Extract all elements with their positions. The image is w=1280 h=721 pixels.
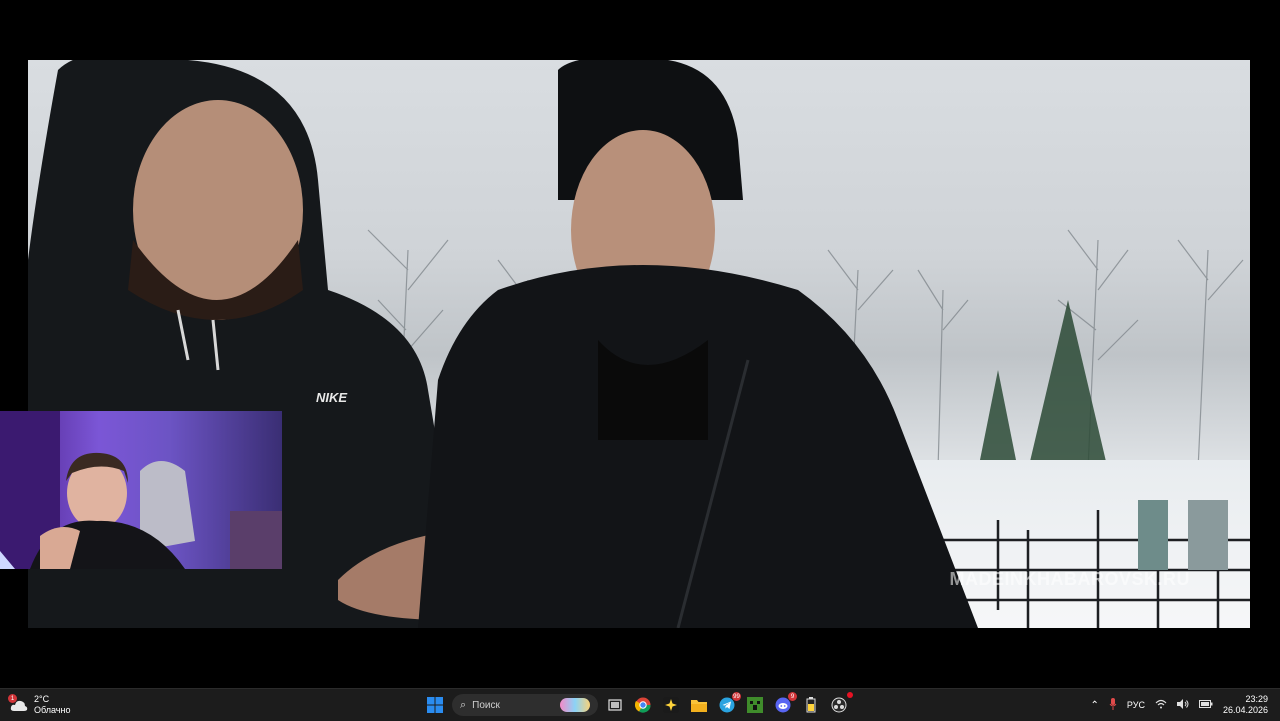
weather-temp: 2°C xyxy=(34,694,50,704)
obs-icon[interactable] xyxy=(828,692,853,716)
search-placeholder: Поиск xyxy=(472,699,500,711)
system-tray: ⌃ РУС 23:29 26.04.2026 xyxy=(1091,692,1268,718)
telegram-badge: 99 xyxy=(732,692,741,701)
jacket-logo: NIKE xyxy=(316,390,348,405)
search-box[interactable]: ⌕ Поиск xyxy=(452,694,598,716)
person-right xyxy=(418,60,978,628)
app-star-icon[interactable] xyxy=(660,694,682,716)
discord-icon[interactable]: 9 xyxy=(772,692,797,716)
minecraft-icon[interactable] xyxy=(744,694,766,716)
clock-time: 23:29 xyxy=(1245,694,1268,704)
taskbar: 1 2°C Облачно ⌕ Поиск 99 9 ⌃ РУС 23:29 2… xyxy=(0,688,1280,721)
search-icon: ⌕ xyxy=(460,698,467,711)
microphone-icon[interactable] xyxy=(1109,698,1117,712)
streamer-webcam-image xyxy=(0,411,282,569)
wifi-icon[interactable] xyxy=(1155,699,1167,711)
weather-alert-badge: 1 xyxy=(8,694,17,703)
copilot-icon xyxy=(560,698,590,712)
discord-badge: 9 xyxy=(788,692,797,701)
telegram-icon[interactable]: 99 xyxy=(716,692,741,716)
weather-widget[interactable]: 1 2°C Облачно xyxy=(8,693,71,717)
chrome-icon[interactable] xyxy=(632,694,654,716)
battery-app-icon[interactable] xyxy=(800,694,822,716)
chevron-up-icon[interactable]: ⌃ xyxy=(1091,700,1099,711)
weather-condition: Облачно xyxy=(34,705,71,715)
webcam-overlay xyxy=(0,411,282,569)
file-explorer-icon[interactable] xyxy=(688,694,710,716)
battery-icon[interactable] xyxy=(1198,700,1213,710)
start-icon[interactable] xyxy=(424,694,446,716)
clock-date: 26.04.2026 xyxy=(1222,705,1268,715)
clock[interactable]: 23:29 26.04.2026 xyxy=(1223,694,1268,716)
taskbar-apps: ⌕ Поиск 99 9 xyxy=(424,692,853,718)
video-watermark: MADEINKHABAROVSK.RU xyxy=(949,569,1190,589)
language-indicator[interactable]: РУС xyxy=(1127,700,1145,710)
recording-dot xyxy=(847,692,853,698)
volume-icon[interactable] xyxy=(1176,699,1189,711)
task-view-icon[interactable] xyxy=(604,694,626,716)
cloud-icon: 1 xyxy=(8,694,28,714)
